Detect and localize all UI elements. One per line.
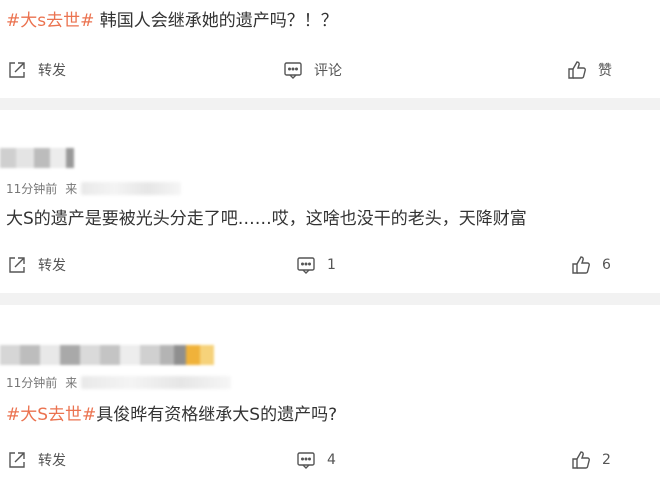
comment-meta: 11分钟前 来 — [6, 374, 232, 391]
repost-icon — [6, 254, 28, 276]
comment-count: 4 — [327, 452, 336, 468]
repost-label: 转发 — [38, 63, 66, 79]
comment-button[interactable]: 评论 — [282, 55, 342, 85]
like-icon — [570, 254, 592, 276]
comment-icon — [295, 449, 317, 471]
comment-button[interactable]: 4 — [295, 445, 336, 475]
like-count: 6 — [602, 257, 611, 273]
comment-time: 11分钟前 — [6, 182, 58, 196]
comment-source: 来 — [65, 376, 78, 390]
username-blurred — [0, 148, 90, 168]
comment-icon — [295, 254, 317, 276]
comment-time: 11分钟前 — [6, 376, 58, 390]
like-button[interactable]: 赞 — [566, 55, 612, 85]
comment-meta: 11分钟前 来 — [6, 180, 182, 197]
separator — [0, 293, 660, 305]
comment-actions: 转发 1 6 — [0, 250, 660, 280]
post-text: #大s去世# 韩国人会继承她的遗产吗？！？ — [6, 6, 338, 31]
comment-button[interactable]: 1 — [295, 250, 336, 280]
repost-button[interactable]: 转发 — [6, 445, 66, 475]
comment-icon — [282, 59, 304, 81]
comment-count: 1 — [327, 257, 336, 273]
comment-actions: 转发 4 2 — [0, 445, 660, 475]
like-icon — [570, 449, 592, 471]
source-blurred — [81, 376, 232, 389]
repost-icon — [6, 449, 28, 471]
comment-text: 大S的遗产是要被光头分走了吧……哎，这啥也没干的老头，天降财富 — [6, 209, 527, 229]
repost-icon — [6, 59, 28, 81]
repost-label: 转发 — [38, 258, 66, 274]
separator — [0, 98, 660, 110]
like-button[interactable]: 6 — [570, 250, 611, 280]
like-count: 2 — [602, 452, 611, 468]
like-label: 赞 — [598, 63, 612, 79]
repost-label: 转发 — [38, 453, 66, 469]
comment-source: 来 — [65, 182, 78, 196]
repost-button[interactable]: 转发 — [6, 250, 66, 280]
like-button[interactable]: 2 — [570, 445, 611, 475]
username-blurred — [0, 345, 230, 365]
post-actions: 转发 评论 赞 — [0, 55, 660, 85]
comment-text: #大S去世#具俊晔有资格继承大S的遗产吗? — [6, 400, 337, 425]
post-hashtag[interactable]: #大s去世# — [6, 11, 94, 31]
comment-body: 具俊晔有资格继承大S的遗产吗? — [96, 405, 338, 425]
comment-hashtag[interactable]: #大S去世# — [6, 405, 96, 425]
like-icon — [566, 59, 588, 81]
repost-button[interactable]: 转发 — [6, 55, 66, 85]
post-body: 韩国人会继承她的遗产吗？！？ — [99, 11, 338, 31]
source-blurred — [81, 182, 182, 195]
comment-label: 评论 — [314, 63, 342, 79]
